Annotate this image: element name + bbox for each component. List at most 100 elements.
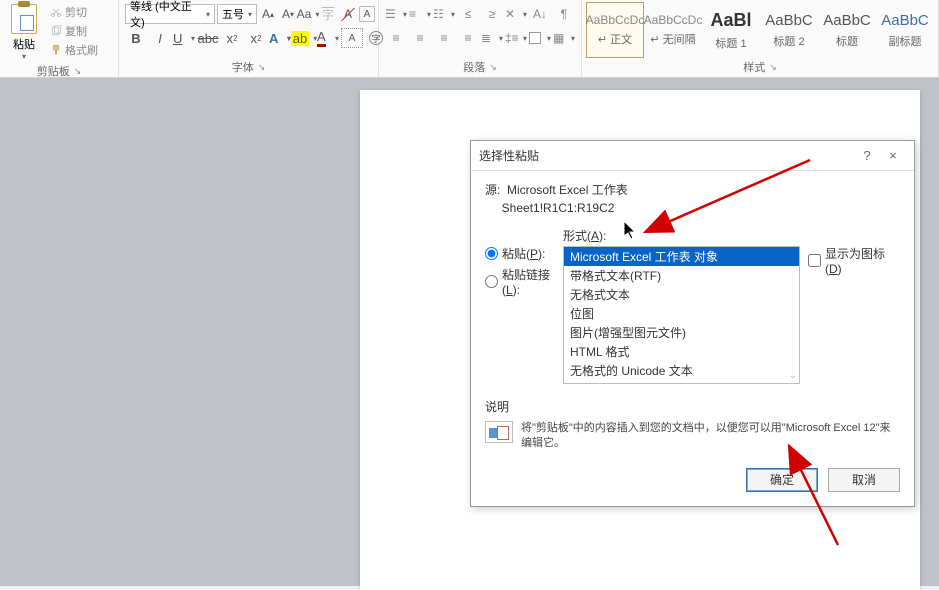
bullets-button[interactable]: ☰▾ [385, 4, 407, 24]
font-group-label: 字体 [232, 59, 254, 75]
enclose-character2-button[interactable]: 字 [365, 28, 387, 48]
style-card-normal[interactable]: AaBbCcDc ↵ 正文 [586, 2, 644, 58]
help-button[interactable]: ? [854, 148, 880, 163]
styles-group-label: 样式 [743, 59, 765, 75]
style-preview: AaBbC [823, 12, 871, 29]
style-card-heading1[interactable]: AaBl 标题 1 [702, 2, 760, 58]
description-text: 将"剪贴板"中的内容插入到您的文档中，以便您可以用"Microsoft Exce… [521, 421, 900, 452]
format-label: 形式(A): [563, 227, 800, 244]
close-button[interactable]: × [880, 148, 906, 163]
numbering-button[interactable]: ≡▾ [409, 4, 431, 24]
description-icon [485, 421, 513, 443]
style-name: 标题 2 [773, 33, 804, 49]
align-center-button[interactable]: ≡ [409, 28, 431, 48]
decrease-indent-button[interactable]: ≤ [457, 4, 479, 24]
source-range: Sheet1!R1C1:R19C2 [502, 201, 615, 215]
format-option[interactable]: Microsoft Excel 工作表 对象 [564, 247, 799, 266]
clipboard-launcher[interactable]: ↘ [74, 66, 82, 77]
text-effects-button[interactable]: A▾ [269, 28, 291, 48]
format-option[interactable]: 图片(增强型图元文件) [564, 323, 799, 342]
underline-button[interactable]: U▾ [173, 28, 195, 48]
source-label: 源: [485, 183, 500, 197]
borders-button[interactable]: ▦▾ [553, 28, 575, 48]
source-app: Microsoft Excel 工作表 [507, 183, 628, 197]
chevron-down-icon: ▾ [187, 34, 195, 43]
change-case-button[interactable]: Aa▾ [299, 5, 317, 23]
copy-button[interactable]: 复制 [48, 22, 100, 40]
shading-button[interactable]: ▾ [529, 28, 551, 48]
chevron-down-icon: ▾ [423, 10, 431, 19]
chevron-down-icon: ▾ [495, 34, 503, 43]
paste-radio-input[interactable] [485, 247, 498, 260]
description-label: 说明 [485, 398, 900, 415]
font-color-button[interactable]: A▾ [317, 28, 339, 48]
font-launcher[interactable]: ↘ [258, 62, 266, 73]
paste-label: 粘贴 [13, 36, 35, 52]
chevron-down-icon: ▾ [399, 10, 407, 19]
phonetic-guide-button[interactable]: 字 [319, 5, 337, 23]
style-name: ↵ 无间隔 [650, 31, 695, 47]
show-marks-button[interactable]: ¶ [553, 4, 575, 24]
styles-gallery[interactable]: AaBbCcDc ↵ 正文 AaBbCcDc ↵ 无间隔 AaBl 标题 1 A… [586, 2, 934, 58]
paste-radio[interactable]: 粘贴(P): [485, 245, 563, 262]
cancel-button[interactable]: 取消 [828, 468, 900, 492]
asian-layout-button[interactable]: ✕▾ [505, 4, 527, 24]
chevron-down-icon: ▾ [22, 52, 26, 61]
italic-button[interactable]: I [149, 28, 171, 48]
show-as-icon-label-post: ) [838, 262, 842, 276]
shrink-font-button[interactable]: A▾ [279, 5, 297, 23]
multilevel-list-button[interactable]: ☷▾ [433, 4, 455, 24]
pastelink-radio-hotkey: L [506, 283, 513, 297]
justify-button[interactable]: ≡ [457, 28, 479, 48]
font-size-combo[interactable]: 五号▾ [217, 4, 257, 24]
styles-launcher[interactable]: ↘ [769, 62, 777, 73]
scroll-indicator: ⌄ [789, 370, 797, 381]
format-painter-button[interactable]: 格式刷 [48, 41, 100, 59]
group-font: 等线 (中文正文)▾ 五号▾ A▴ A▾ Aa▾ 字 A A B I U▾ ab… [119, 0, 379, 77]
align-left-button[interactable]: ≡ [385, 28, 407, 48]
font-name-combo[interactable]: 等线 (中文正文)▾ [125, 4, 215, 24]
show-as-icon-input[interactable] [808, 254, 821, 267]
font-name-value: 等线 (中文正文) [130, 0, 202, 30]
chevron-down-icon: ▾ [331, 34, 339, 43]
paragraph-launcher[interactable]: ↘ [489, 62, 497, 73]
show-as-icon-checkbox[interactable]: 显示为图标(D) [808, 245, 900, 276]
format-option[interactable]: 位图 [564, 304, 799, 323]
pastelink-radio[interactable]: 粘贴链接(L): [485, 266, 563, 297]
style-name: 副标题 [889, 33, 922, 49]
pastelink-radio-input[interactable] [485, 275, 498, 288]
ribbon: 粘贴 ▾ 剪切 复制 格式刷 剪贴板↘ [0, 0, 939, 78]
sort-button[interactable]: A↓ [529, 4, 551, 24]
highlight-button[interactable]: ab▾ [293, 28, 315, 48]
ok-button[interactable]: 确定 [746, 468, 818, 492]
character-shading-button[interactable]: A [341, 28, 363, 48]
style-card-subtitle[interactable]: AaBbC 副标题 [876, 2, 934, 58]
format-option[interactable]: 无格式文本 [564, 285, 799, 304]
cut-button[interactable]: 剪切 [48, 3, 100, 21]
copy-label: 复制 [65, 23, 87, 39]
align-right-button[interactable]: ≡ [433, 28, 455, 48]
chevron-down-icon: ▾ [543, 34, 551, 43]
bold-button[interactable]: B [125, 28, 147, 48]
style-card-heading2[interactable]: AaBbC 标题 2 [760, 2, 818, 58]
distributed-button[interactable]: ≣▾ [481, 28, 503, 48]
style-card-title[interactable]: AaBbC 标题 [818, 2, 876, 58]
enclose-character-button[interactable]: A [359, 6, 375, 22]
format-option[interactable]: 带格式文本(RTF) [564, 266, 799, 285]
superscript-button[interactable]: x2 [245, 28, 267, 48]
grow-font-button[interactable]: A▴ [259, 5, 277, 23]
format-option[interactable]: 无格式的 Unicode 文本 [564, 361, 799, 380]
clear-formatting-button[interactable]: A [339, 5, 357, 23]
format-option[interactable]: HTML 格式 [564, 342, 799, 361]
increase-indent-button[interactable]: ≥ [481, 4, 503, 24]
format-listbox[interactable]: Microsoft Excel 工作表 对象 带格式文本(RTF) 无格式文本 … [563, 246, 800, 384]
style-card-nospacing[interactable]: AaBbCcDc ↵ 无间隔 [644, 2, 702, 58]
scissors-icon [50, 6, 62, 18]
paste-button[interactable]: 粘贴 ▾ [4, 2, 44, 63]
line-spacing-button[interactable]: ‡≡▾ [505, 28, 527, 48]
strikethrough-button[interactable]: abc [197, 28, 219, 48]
paste-radio-hotkey: P [530, 247, 538, 261]
subscript-button[interactable]: x2 [221, 28, 243, 48]
group-paragraph: ☰▾ ≡▾ ☷▾ ≤ ≥ ✕▾ A↓ ¶ ≡ ≡ ≡ ≡ ≣▾ ‡≡▾ ▾ ▦▾… [379, 0, 582, 77]
dialog-titlebar[interactable]: 选择性粘贴 ? × [471, 141, 914, 171]
